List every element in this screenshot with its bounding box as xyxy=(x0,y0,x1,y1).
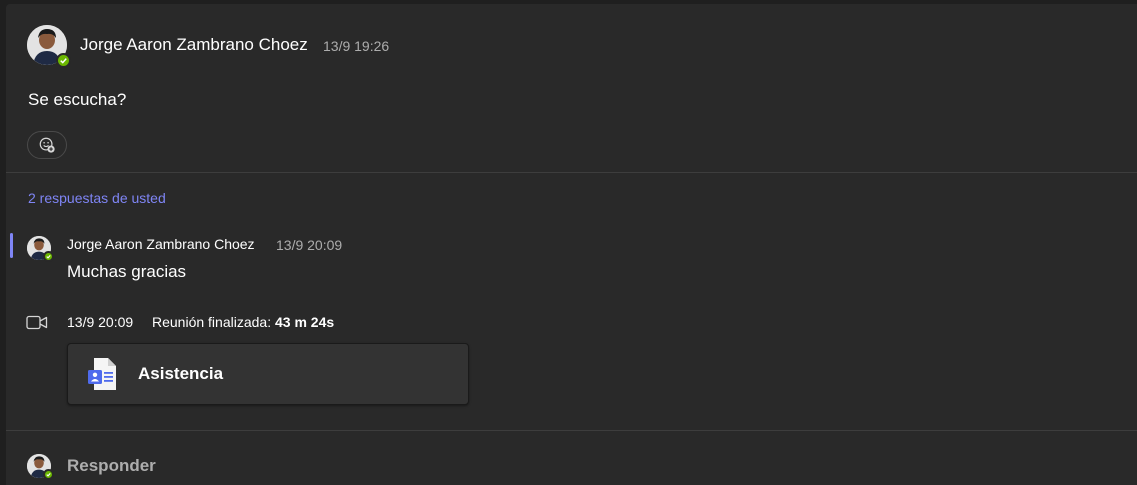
meeting-status-label: Reunión finalizada: xyxy=(152,314,272,330)
conversation-card: Jorge Aaron Zambrano Choez 13/9 19:26 Se… xyxy=(6,4,1137,485)
add-reaction-button[interactable] xyxy=(27,131,67,159)
post-message: Se escucha? xyxy=(28,90,127,109)
unread-indicator xyxy=(10,233,13,258)
post-author-name[interactable]: Jorge Aaron Zambrano Choez xyxy=(80,35,308,55)
reply-author-avatar[interactable] xyxy=(27,236,54,262)
presence-available-icon xyxy=(43,251,54,262)
meeting-timestamp: 13/9 20:09 xyxy=(67,314,134,330)
composer-divider xyxy=(6,430,1137,431)
attendance-label: Asistencia xyxy=(138,364,224,383)
meeting-duration: 43 m 24s xyxy=(274,314,335,330)
meeting-ended-status: Reunión finalizada: 43 m 24s xyxy=(152,314,334,330)
thread-divider xyxy=(6,172,1137,173)
reply-timestamp: 13/9 20:09 xyxy=(276,237,343,253)
presence-available-icon xyxy=(56,53,71,68)
replies-summary-link[interactable]: 2 respuestas de usted xyxy=(28,190,166,206)
video-camera-icon xyxy=(26,315,48,330)
presence-available-icon xyxy=(43,469,54,480)
reply-author-name[interactable]: Jorge Aaron Zambrano Choez xyxy=(67,236,255,252)
composer-avatar xyxy=(27,454,54,480)
add-reaction-icon xyxy=(39,137,55,153)
post-timestamp: 13/9 19:26 xyxy=(323,38,390,54)
post-author-avatar[interactable] xyxy=(27,25,71,68)
reply-message: Muchas gracias xyxy=(67,262,187,281)
attendance-report-icon xyxy=(88,358,116,390)
reply-input[interactable]: Responder xyxy=(67,456,156,476)
attendance-report-card[interactable]: Asistencia xyxy=(67,343,469,405)
